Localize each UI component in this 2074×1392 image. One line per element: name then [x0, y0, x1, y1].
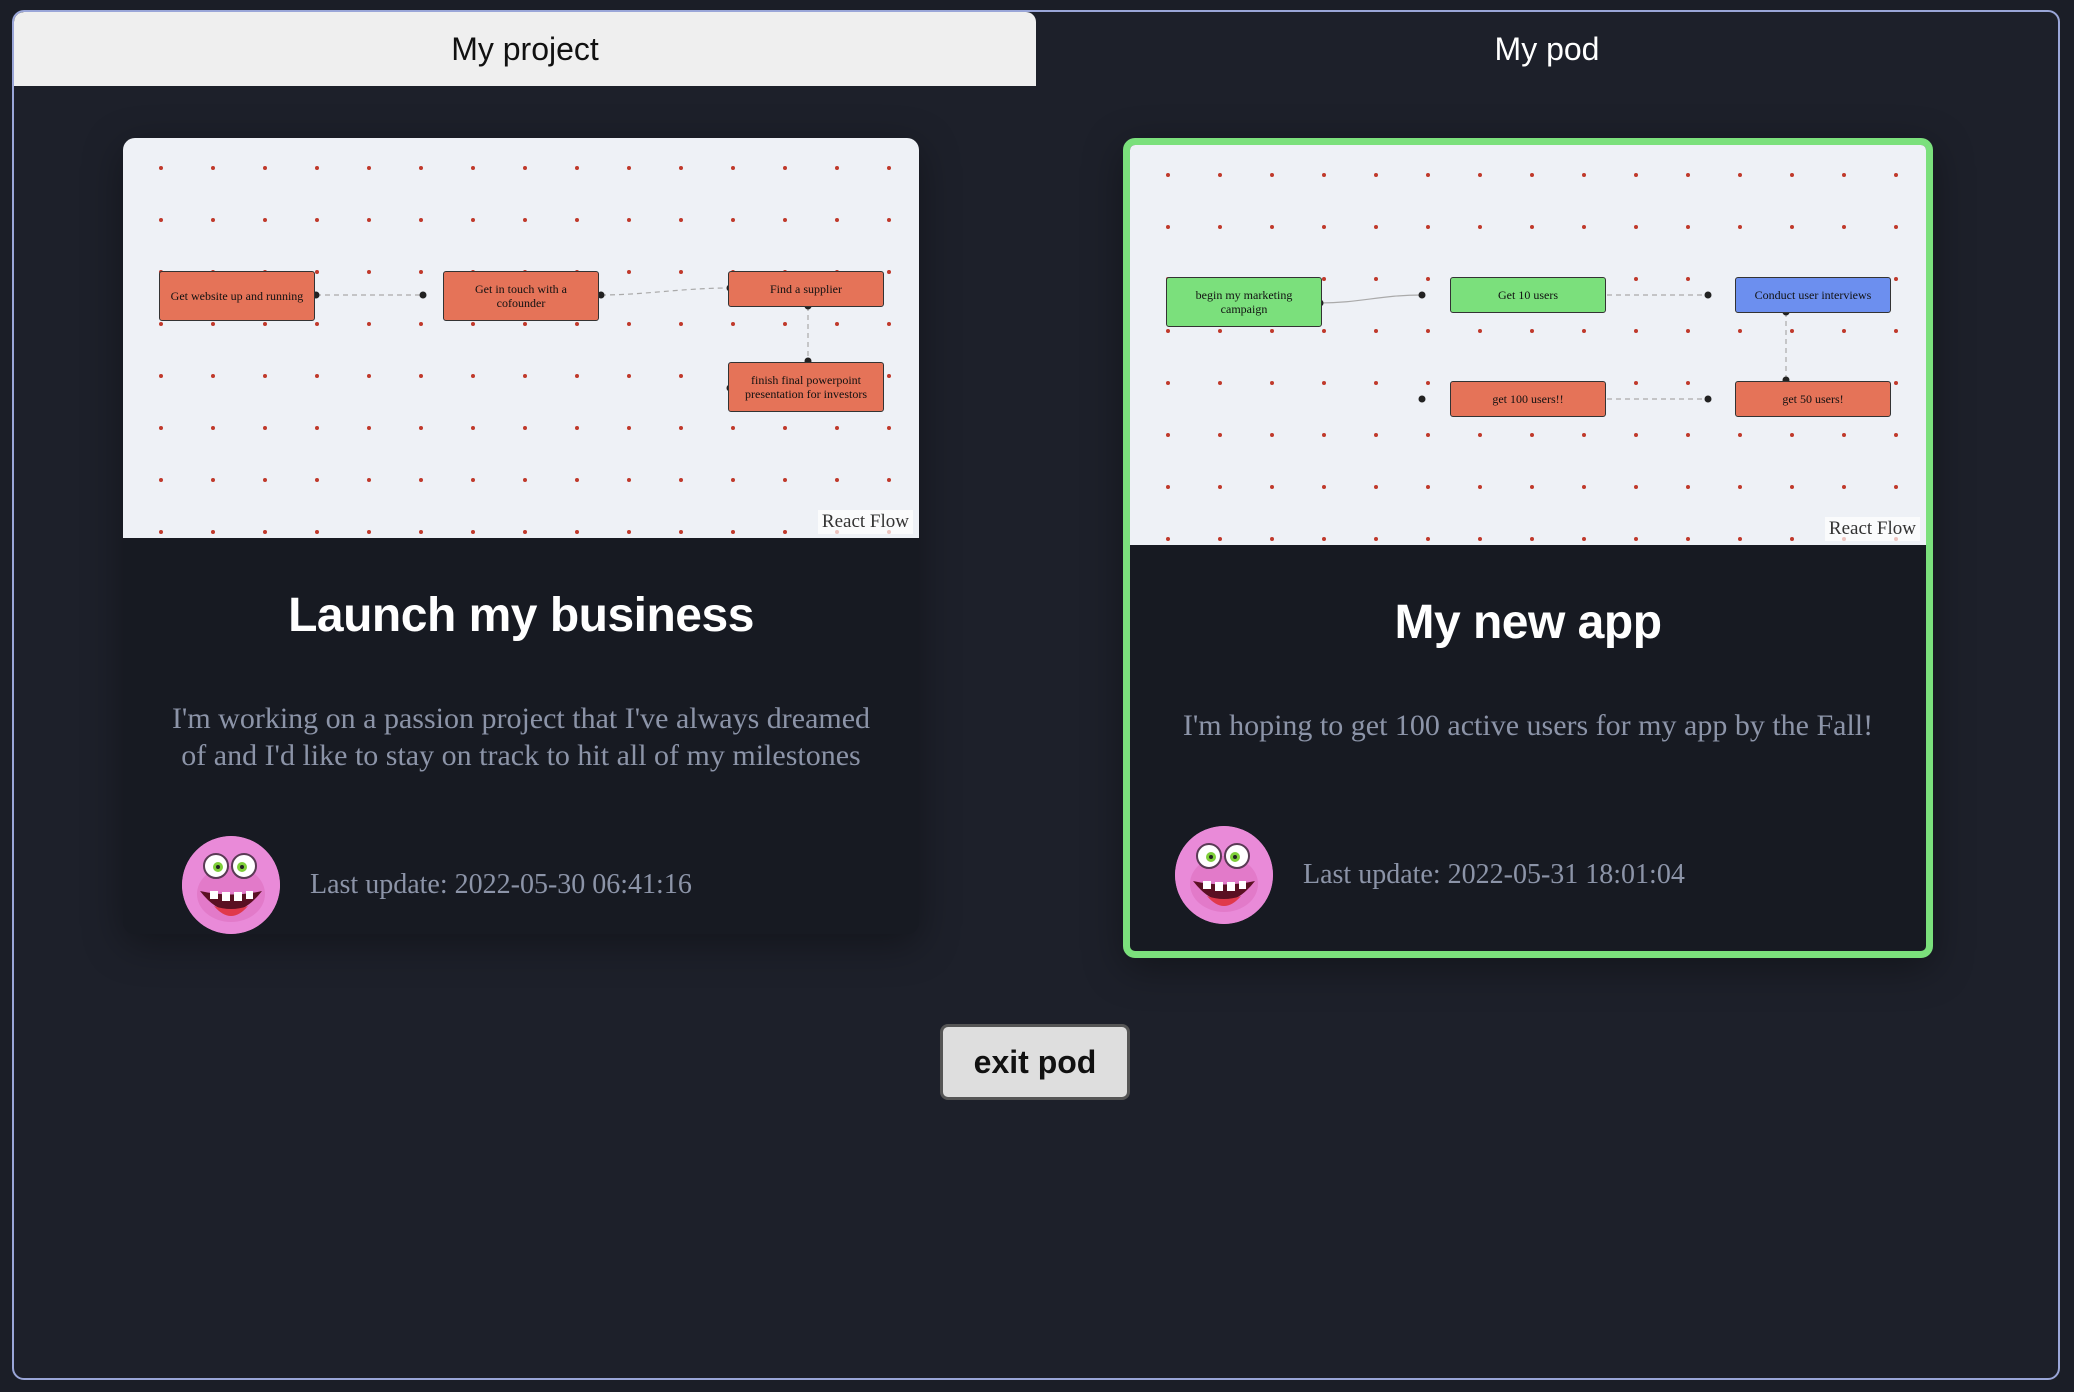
avatar	[182, 836, 280, 934]
last-update: Last update: 2022-05-30 06:41:16	[310, 869, 692, 900]
react-flow-attribution[interactable]: React Flow	[1824, 517, 1920, 541]
flow-node[interactable]: Get 10 users	[1450, 277, 1606, 313]
tab-bar: My project My pod	[14, 12, 2058, 86]
flow-node[interactable]: get 100 users!!	[1450, 381, 1606, 417]
flow-node[interactable]: Find a supplier	[728, 271, 884, 307]
flow-node[interactable]: begin my marketing campaign	[1166, 277, 1322, 327]
monster-avatar-icon	[1175, 826, 1273, 924]
exit-pod-button[interactable]: exit pod	[940, 1024, 1130, 1100]
flow-node[interactable]: Get website up and running	[159, 271, 315, 321]
card-description: I'm working on a passion project that I'…	[171, 702, 871, 772]
react-flow-attribution[interactable]: React Flow	[817, 510, 913, 534]
tab-my-project[interactable]: My project	[14, 12, 1036, 86]
flow-background	[1166, 173, 1898, 541]
avatar	[1175, 826, 1273, 924]
flow-node[interactable]: Conduct user interviews	[1735, 277, 1891, 313]
flow-canvas[interactable]: Get website up and running Get in touch …	[123, 138, 919, 538]
project-card-my-new-app[interactable]: begin my marketing campaign Get 10 users…	[1123, 138, 1933, 958]
flow-node[interactable]: Get in touch with a cofounder	[443, 271, 599, 321]
tab-my-pod[interactable]: My pod	[1036, 12, 2058, 86]
last-update: Last update: 2022-05-31 18:01:04	[1303, 859, 1685, 890]
flow-background	[159, 166, 891, 534]
flow-canvas[interactable]: begin my marketing campaign Get 10 users…	[1130, 145, 1926, 545]
card-title: Launch my business	[288, 589, 754, 642]
card-description: I'm hoping to get 100 active users for m…	[1182, 709, 1874, 742]
flow-node[interactable]: finish final powerpoint presentation for…	[728, 362, 884, 412]
flow-node[interactable]: get 50 users!	[1735, 381, 1891, 417]
card-title: My new app	[1394, 596, 1662, 649]
project-card-launch-my-business[interactable]: Get website up and running Get in touch …	[123, 138, 919, 934]
monster-avatar-icon	[182, 836, 280, 934]
